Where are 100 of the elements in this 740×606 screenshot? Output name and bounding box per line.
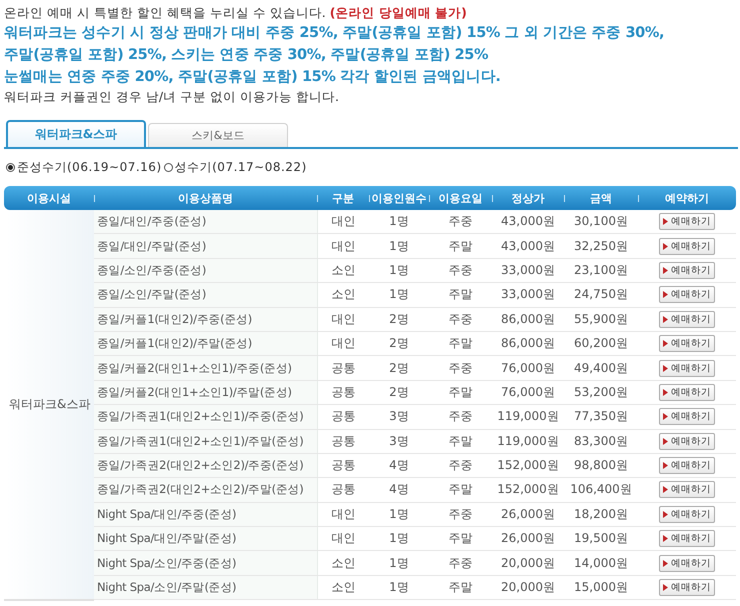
table-cell: 152,000원	[492, 453, 564, 478]
notice-text: (온라인 당일예매 불가)	[330, 5, 467, 20]
table-cell: 1명	[369, 234, 429, 258]
column-header: 예약하기	[665, 192, 709, 204]
column-header: 이용인원수	[372, 192, 426, 204]
table-cell: 98,800원	[564, 453, 638, 478]
table-cell: 1명	[369, 282, 429, 308]
table-cell: 4명	[369, 478, 429, 502]
table-cell: 종일/가족권1(대인2+소인1)/주말(준성)	[94, 429, 317, 454]
table-cell: 주중	[429, 258, 492, 283]
table-cell: 종일/소인/주말(준성)	[94, 282, 317, 308]
table-cell: 대인	[317, 502, 369, 527]
table-cell: 주말	[429, 429, 492, 454]
table-cell: Night Spa/소인/주중(준성)	[94, 550, 317, 576]
season-radio[interactable]: 성수기(07.17~08.22)	[164, 159, 307, 176]
triangle-icon	[663, 584, 668, 592]
triangle-icon	[663, 462, 668, 470]
table-cell: 대인	[317, 526, 369, 551]
table-cell: 공통	[317, 429, 369, 454]
book-button[interactable]: 예매하기	[659, 286, 715, 304]
table-cell: 공통	[317, 380, 369, 405]
table-cell: 106,400원	[564, 478, 638, 502]
table-cell: 119,000원	[492, 404, 564, 430]
triangle-icon	[663, 218, 668, 226]
triangle-icon	[663, 438, 668, 445]
table-cell: 3명	[369, 429, 429, 454]
table-cell: 종일/커플2(대인1+소인1)/주중(준성)	[94, 356, 317, 380]
book-button[interactable]: 예매하기	[659, 213, 715, 230]
triangle-icon	[663, 388, 668, 396]
table-cell: 종일/대인/주말(준성)	[94, 234, 317, 258]
table-cell: 종일/커플1(대인2)/주중(준성)	[94, 307, 317, 332]
triangle-icon	[663, 510, 668, 518]
radio-icon[interactable]	[164, 163, 173, 172]
table-cell: 2명	[369, 331, 429, 356]
column-header: 이용요일	[438, 192, 482, 204]
table-cell: 23,100원	[564, 258, 638, 283]
tab[interactable]: 스키&보드	[148, 123, 288, 147]
table-cell: 주중	[429, 210, 492, 234]
table-cell: 4명	[369, 453, 429, 478]
triangle-icon	[663, 364, 668, 372]
table-cell: 대인	[317, 234, 369, 258]
table-cell: 종일/대인/주중(준성)	[94, 210, 317, 234]
book-button[interactable]: 예매하기	[659, 262, 715, 279]
book-button[interactable]: 예매하기	[659, 506, 715, 523]
table-cell: 대인	[317, 210, 369, 234]
table-cell: 86,000원	[492, 307, 564, 332]
table-cell: 33,000원	[492, 282, 564, 308]
table-cell: 43,000원	[492, 234, 564, 258]
table-cell: 1명	[369, 526, 429, 551]
table-cell: 주말	[429, 282, 492, 308]
book-button[interactable]: 예매하기	[659, 310, 715, 328]
table-cell: 종일/커플2(대인1+소인1)/주말(준성)	[94, 380, 317, 405]
book-button[interactable]: 예매하기	[659, 335, 715, 352]
table-cell: 대인	[317, 307, 369, 332]
table-cell: 53,200원	[564, 380, 638, 405]
table-cell: 주말	[429, 234, 492, 258]
triangle-icon	[663, 413, 668, 420]
table-cell: 32,250원	[564, 234, 638, 258]
table-cell: 152,000원	[492, 478, 564, 502]
table-cell: 30,100원	[564, 210, 638, 234]
book-button[interactable]: 예매하기	[659, 384, 715, 401]
table-cell: 종일/가족권1(대인2+소인1)/주중(준성)	[94, 404, 317, 430]
table-cell: 주말	[429, 331, 492, 356]
book-button[interactable]: 예매하기	[659, 530, 715, 548]
table-cell: 주중	[429, 356, 492, 380]
season-radio[interactable]: 준성수기(06.19~07.16)	[6, 159, 162, 176]
book-button[interactable]: 예매하기	[659, 554, 715, 572]
column-header: 구분	[332, 192, 354, 204]
table-cell: 15,000원	[564, 575, 638, 600]
book-button[interactable]: 예매하기	[659, 457, 715, 474]
triangle-icon	[663, 486, 668, 494]
table-cell: 종일/커플1(대인2)/주말(준성)	[94, 331, 317, 356]
table-cell: 공통	[317, 478, 369, 502]
book-button[interactable]: 예매하기	[659, 481, 715, 498]
column-header: 이용상품명	[178, 192, 233, 204]
table-cell: 소인	[317, 575, 369, 600]
column-header: 정상가	[512, 192, 544, 204]
table-cell: 2명	[369, 307, 429, 332]
book-button[interactable]: 예매하기	[659, 408, 715, 426]
table-cell: 공통	[317, 356, 369, 380]
discount-text: 워터파크는 성수기 시 정상 판매가 대비 주중 25%, 주말(공휴일 포함) 15% 그 외 기간은 주중 30%,	[4, 24, 666, 43]
book-button[interactable]: 예매하기	[659, 432, 715, 450]
column-header: 이용시설	[27, 192, 71, 204]
table-cell: 주중	[429, 550, 492, 576]
table-cell: 주중	[429, 502, 492, 527]
book-button[interactable]: 예매하기	[659, 579, 715, 596]
table-cell: 1명	[369, 258, 429, 283]
book-button[interactable]: 예매하기	[659, 360, 715, 377]
table-cell: 주말	[429, 380, 492, 405]
table-cell: 1명	[369, 550, 429, 576]
table-cell: 55,900원	[564, 307, 638, 332]
intro-text: 온라인 예매 시 특별한 할인 혜택을 누리실 수 있습니다.	[4, 5, 326, 20]
table-cell: 18,200원	[564, 502, 638, 527]
book-button[interactable]: 예매하기	[659, 238, 715, 255]
table-cell: 1명	[369, 502, 429, 527]
table-cell: 소인	[317, 258, 369, 283]
table-cell: 주중	[429, 307, 492, 332]
radio-icon[interactable]	[6, 163, 15, 172]
table-cell: 종일/가족권2(대인2+소인2)/주중(준성)	[94, 453, 317, 478]
table-cell: 주중	[429, 453, 492, 478]
